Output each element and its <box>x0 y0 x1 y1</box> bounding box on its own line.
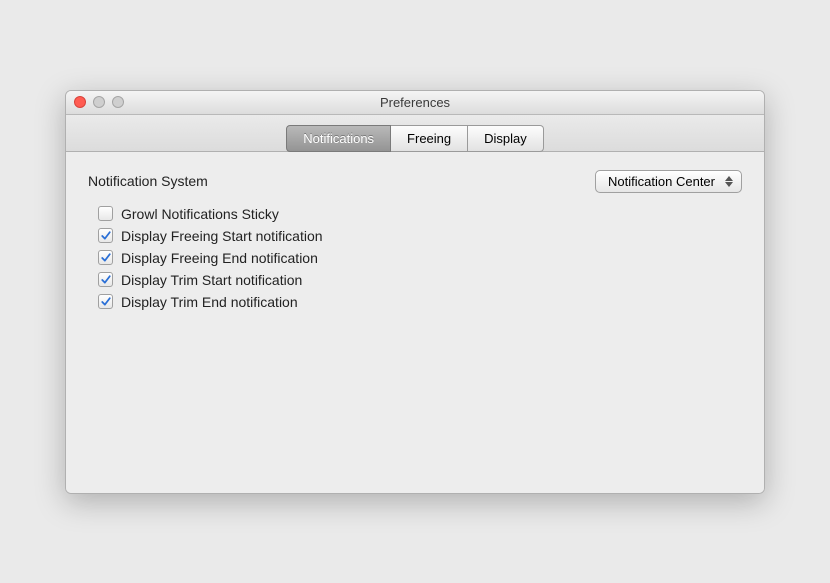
tab-notifications[interactable]: Notifications <box>286 125 391 152</box>
popup-arrows-icon <box>725 176 733 187</box>
titlebar: Preferences <box>66 91 764 115</box>
popup-value: Notification Center <box>608 174 715 189</box>
tab-freeing[interactable]: Freeing <box>391 125 468 152</box>
option-freeing-start[interactable]: Display Freeing Start notification <box>98 225 742 247</box>
window-title: Preferences <box>66 95 764 110</box>
checkmark-icon <box>100 252 112 264</box>
tab-bar: Notifications Freeing Display <box>286 125 544 152</box>
notification-system-popup[interactable]: Notification Center <box>595 170 742 193</box>
checkmark-icon <box>100 274 112 286</box>
options-list: Growl Notifications Sticky Display Freei… <box>98 203 742 313</box>
checkbox-trim-start[interactable] <box>98 272 113 287</box>
minimize-button[interactable] <box>93 96 105 108</box>
checkmark-icon <box>100 296 112 308</box>
preferences-window: Preferences Notifications Freeing Displa… <box>65 90 765 494</box>
section-header-row: Notification System Notification Center <box>88 170 742 193</box>
tab-display[interactable]: Display <box>468 125 544 152</box>
checkbox-growl-sticky[interactable] <box>98 206 113 221</box>
traffic-lights <box>74 96 124 108</box>
checkmark-icon <box>100 230 112 242</box>
checkbox-freeing-start[interactable] <box>98 228 113 243</box>
option-trim-end[interactable]: Display Trim End notification <box>98 291 742 313</box>
checkbox-freeing-end[interactable] <box>98 250 113 265</box>
option-trim-start[interactable]: Display Trim Start notification <box>98 269 742 291</box>
option-freeing-end[interactable]: Display Freeing End notification <box>98 247 742 269</box>
close-button[interactable] <box>74 96 86 108</box>
content-area: Notification System Notification Center … <box>66 152 764 493</box>
option-label: Display Freeing Start notification <box>121 228 323 244</box>
section-heading: Notification System <box>88 173 208 189</box>
toolbar: Notifications Freeing Display <box>66 115 764 152</box>
option-label: Display Freeing End notification <box>121 250 318 266</box>
option-label: Growl Notifications Sticky <box>121 206 279 222</box>
option-label: Display Trim Start notification <box>121 272 302 288</box>
checkbox-trim-end[interactable] <box>98 294 113 309</box>
option-label: Display Trim End notification <box>121 294 298 310</box>
option-growl-sticky[interactable]: Growl Notifications Sticky <box>98 203 742 225</box>
zoom-button[interactable] <box>112 96 124 108</box>
